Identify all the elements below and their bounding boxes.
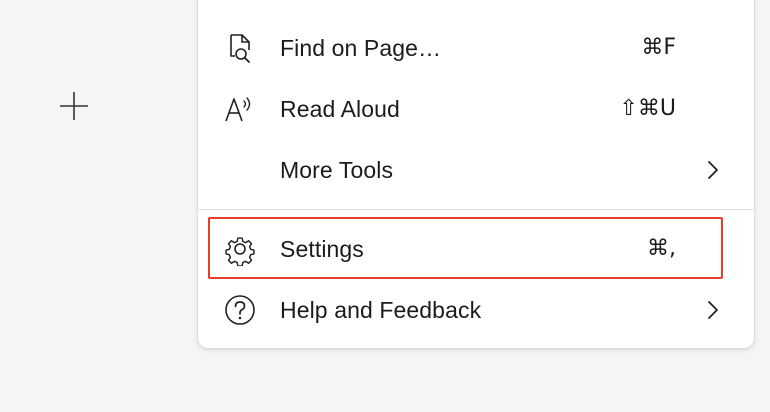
menu-item-more-tools[interactable]: More Tools <box>198 141 754 199</box>
menu-item-find-on-page[interactable]: Find on Page… ⌘F <box>198 19 754 77</box>
browser-menu: Find on Page… ⌘F Read Aloud ⇧⌘U More Too… <box>198 0 754 348</box>
menu-item-label: Settings <box>280 236 364 262</box>
menu-item-shortcut: ⌘, <box>647 236 676 261</box>
menu-item-read-aloud[interactable]: Read Aloud ⇧⌘U <box>198 80 754 138</box>
new-tab-plus-icon[interactable] <box>56 88 92 124</box>
menu-item-shortcut: ⇧⌘U <box>619 96 676 121</box>
menu-item-label: Help and Feedback <box>280 297 482 323</box>
menu-item-label: Read Aloud <box>280 96 400 122</box>
menu-divider <box>198 209 754 210</box>
menu-item-settings[interactable]: Settings ⌘, <box>198 220 754 278</box>
menu-item-shortcut: ⌘F <box>641 35 676 60</box>
menu-item-label: More Tools <box>280 157 394 183</box>
browser-window: Find on Page… ⌘F Read Aloud ⇧⌘U More Too… <box>0 0 770 412</box>
menu-item-help-and-feedback[interactable]: Help and Feedback <box>198 281 754 339</box>
gear-icon <box>222 231 258 267</box>
read-aloud-icon <box>222 91 258 127</box>
chevron-right-icon <box>706 299 720 321</box>
help-icon <box>222 292 258 328</box>
find-on-page-icon <box>222 30 258 66</box>
menu-item-label: Find on Page… <box>280 35 442 61</box>
chevron-right-icon <box>706 159 720 181</box>
